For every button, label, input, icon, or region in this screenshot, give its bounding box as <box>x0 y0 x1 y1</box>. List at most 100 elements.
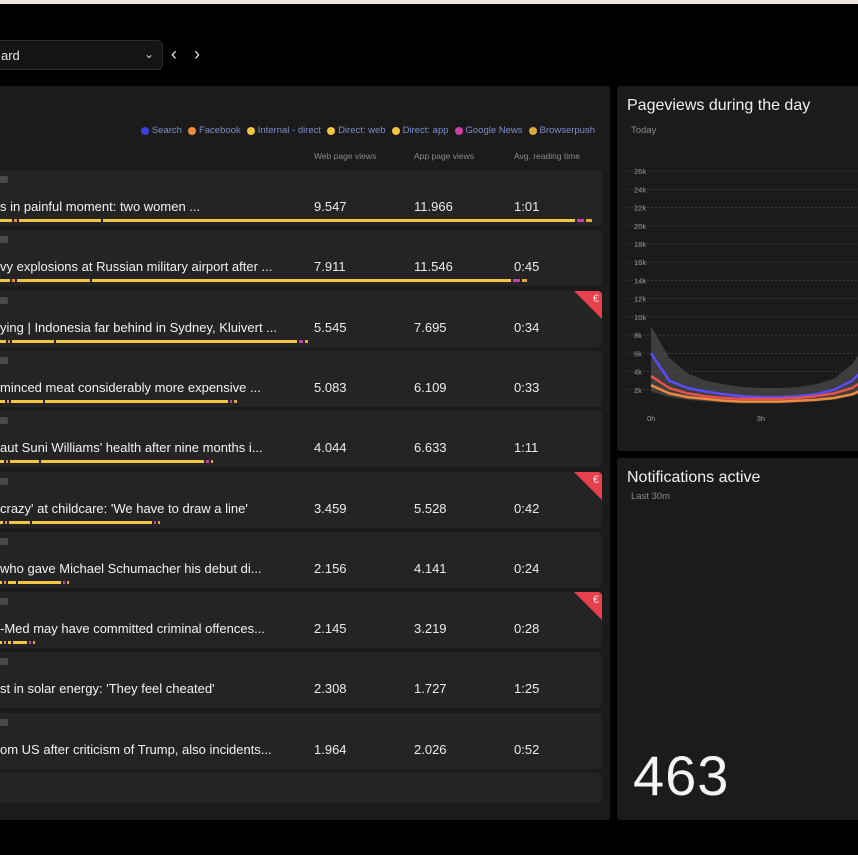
traffic-source-segment <box>5 520 7 524</box>
article-row[interactable]: minced meat considerably more expensive … <box>0 350 602 407</box>
traffic-source-segment <box>10 460 39 464</box>
col-header-app: App page views <box>414 151 475 161</box>
article-type-icon <box>0 176 8 183</box>
pageviews-subtitle: Today <box>631 125 657 136</box>
notifications-panel: Notifications active Last 30m 463 <box>617 458 858 820</box>
article-app-value: 6.109 <box>414 379 447 395</box>
legend-dot <box>187 126 196 135</box>
article-app-value: 1.727 <box>414 681 447 697</box>
next-arrow-button[interactable]: › <box>194 44 200 64</box>
traffic-source-bar <box>0 520 161 524</box>
article-time-value: 0:52 <box>514 741 540 757</box>
y-tick-label: 2k <box>634 386 642 395</box>
article-row[interactable]: om US after criticism of Trump, also inc… <box>0 712 602 769</box>
legend-dot <box>246 126 255 135</box>
article-title: om US after criticism of Trump, also inc… <box>0 741 272 757</box>
pageviews-panel: Pageviews during the day Today 26k 24k 22k… <box>617 86 858 451</box>
traffic-source-segment <box>44 399 228 403</box>
legend-dot <box>454 126 463 135</box>
article-title: crazy' at childcare: 'We have to draw a … <box>0 500 248 516</box>
article-web-value: 3.459 <box>314 500 347 516</box>
article-title: s in painful moment: two women ... <box>0 199 201 214</box>
article-app-value: 11.966 <box>414 199 453 214</box>
traffic-source-segment <box>18 219 102 222</box>
euro-icon: € <box>592 473 599 486</box>
article-web-value: 9.547 <box>314 199 347 214</box>
traffic-source-segment <box>4 580 6 584</box>
legend-item: Search <box>140 125 182 136</box>
source-legend: Search Facebook Internal - direct Direct: w… <box>140 125 595 136</box>
article-web-value: 2.156 <box>314 560 347 576</box>
traffic-source-segment <box>4 641 6 645</box>
prev-arrow-button[interactable]: ‹ <box>171 44 177 64</box>
legend-dot <box>140 126 149 135</box>
article-row[interactable]: crazy' at childcare: 'We have to draw a … <box>0 471 602 528</box>
traffic-source-segment <box>28 641 31 645</box>
article-time-value: 0:33 <box>514 379 540 395</box>
article-time-value: 0:34 <box>514 319 540 335</box>
article-time-value: 1:01 <box>514 199 540 214</box>
article-app-value: 3.219 <box>414 621 447 637</box>
legend-item: Browserpush <box>528 125 595 136</box>
traffic-source-bar <box>0 279 527 283</box>
legend-dot <box>391 126 400 135</box>
article-row[interactable]: -Med may have committed criminal offence… <box>0 592 602 649</box>
traffic-source-bar <box>0 641 35 645</box>
traffic-source-segment <box>513 279 520 283</box>
y-tick-label: 16k <box>634 258 646 267</box>
article-time-value: 0:42 <box>514 500 540 516</box>
top-articles-panel: Search Facebook Internal - direct Direct: w… <box>0 86 610 820</box>
legend-dot <box>327 126 336 135</box>
legend-dot <box>528 126 537 135</box>
traffic-source-segment <box>521 279 527 283</box>
traffic-source-segment <box>0 460 5 464</box>
traffic-source-bar <box>0 219 593 222</box>
article-row[interactable]: ying | Indonesia far behind in Sydney, K… <box>0 290 602 347</box>
article-type-icon <box>0 296 8 304</box>
traffic-source-segment <box>8 339 11 343</box>
traffic-source-segment <box>40 460 205 464</box>
article-title: ying | Indonesia far behind in Sydney, K… <box>0 319 278 335</box>
article-app-value: 4.141 <box>414 560 447 576</box>
article-web-value: 2.308 <box>314 681 347 697</box>
article-row[interactable]: s in painful moment: two women ... 9.547 1… <box>0 170 602 226</box>
article-time-value: 1:25 <box>514 681 540 697</box>
dashboard-selector[interactable]: ard ⌄ <box>0 40 163 70</box>
notifications-count: 463 <box>633 744 730 807</box>
article-title: minced meat considerably more expensive … <box>0 379 261 395</box>
y-tick-label: 22k <box>634 204 646 213</box>
article-row[interactable]: who gave Michael Schumacher his debut di… <box>0 531 602 588</box>
article-type-icon <box>0 718 8 726</box>
legend-label: Facebook <box>198 125 241 136</box>
dashboard-selector-value: ard <box>1 48 20 63</box>
traffic-source-segment <box>66 580 69 584</box>
article-row[interactable]: st in solar energy: 'They feel cheated' 2… <box>0 652 602 709</box>
article-time-value: 1:11 <box>514 440 539 456</box>
article-time-value: 0:24 <box>514 560 540 576</box>
traffic-source-bar <box>0 399 237 403</box>
traffic-source-segment <box>304 339 308 343</box>
article-web-value: 4.044 <box>314 440 347 456</box>
legend-item: Direct: web <box>327 125 386 136</box>
y-tick-label: 24k <box>634 185 646 194</box>
legend-label: Search <box>151 125 182 136</box>
chevron-down-icon: ⌄ <box>143 47 154 61</box>
article-web-value: 5.545 <box>314 319 347 335</box>
article-row[interactable]: aut Suni Williams' health after nine mon… <box>0 411 602 468</box>
y-tick-label: 12k <box>634 295 646 304</box>
article-row-partial[interactable] <box>0 773 602 803</box>
article-row[interactable]: vy explosions at Russian military airpor… <box>0 230 602 287</box>
traffic-source-segment <box>62 580 65 584</box>
traffic-source-segment <box>9 520 31 524</box>
legend-label: Browserpush <box>539 125 595 136</box>
col-header-time: Avg. reading time <box>514 151 580 161</box>
traffic-source-segment <box>0 520 3 524</box>
traffic-source-segment <box>0 279 11 283</box>
traffic-source-segment <box>154 520 157 524</box>
traffic-source-bar <box>0 460 213 464</box>
article-type-icon <box>0 356 8 364</box>
col-header-web: Web page views <box>314 151 377 161</box>
article-title: aut Suni Williams' health after nine mon… <box>0 440 263 456</box>
article-web-value: 1.964 <box>314 741 347 757</box>
article-web-value: 7.911 <box>314 259 346 275</box>
